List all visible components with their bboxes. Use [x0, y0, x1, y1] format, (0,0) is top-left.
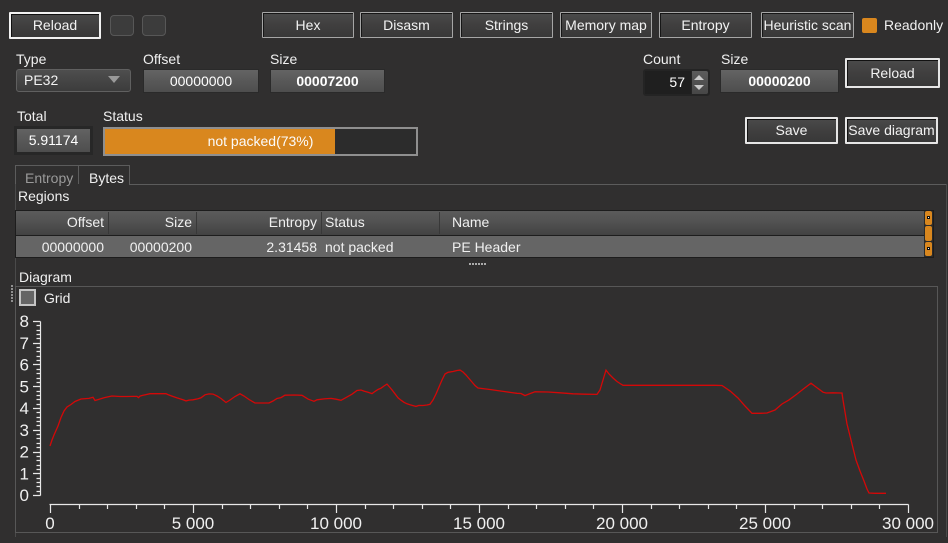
- svg-text:4: 4: [20, 399, 29, 418]
- svg-text:10 000: 10 000: [310, 514, 362, 533]
- svg-text:1: 1: [20, 464, 29, 483]
- svg-text:8: 8: [20, 312, 29, 331]
- svg-text:3: 3: [20, 421, 29, 440]
- svg-text:5: 5: [20, 377, 29, 396]
- svg-text:5 000: 5 000: [172, 514, 215, 533]
- svg-text:25 000: 25 000: [739, 514, 791, 533]
- svg-text:0: 0: [20, 486, 29, 505]
- svg-text:2: 2: [20, 443, 29, 462]
- svg-text:15 000: 15 000: [453, 514, 505, 533]
- svg-text:0: 0: [45, 514, 54, 533]
- svg-text:20 000: 20 000: [596, 514, 648, 533]
- svg-text:6: 6: [20, 356, 29, 375]
- svg-text:30 000: 30 000: [882, 514, 934, 533]
- svg-text:7: 7: [20, 334, 29, 353]
